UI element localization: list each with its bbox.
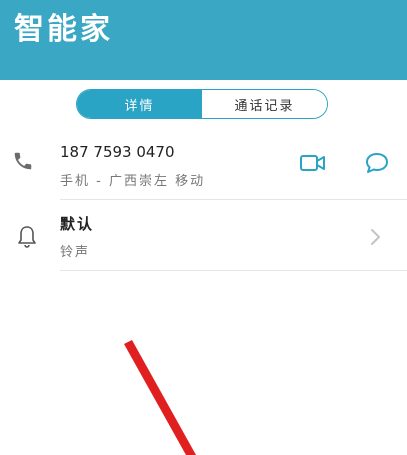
annotation-arrow — [124, 340, 196, 455]
